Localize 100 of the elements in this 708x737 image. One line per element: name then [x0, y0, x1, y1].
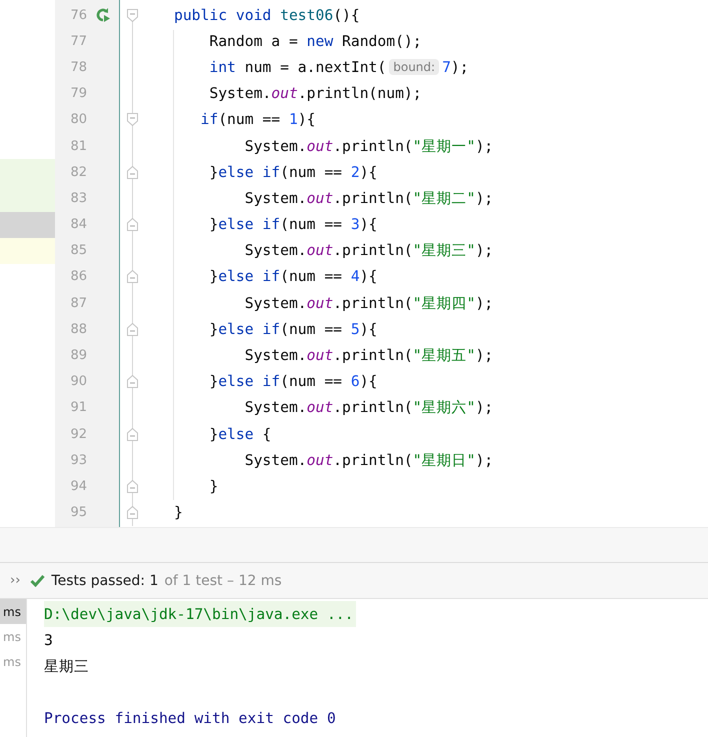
console-line: 3 — [44, 632, 53, 648]
fold-marker-icon[interactable] — [127, 166, 138, 179]
code-text: } — [208, 426, 218, 443]
code-text: .println( — [333, 294, 413, 312]
code-text: (num == — [280, 320, 344, 338]
line-number: 83 — [69, 190, 87, 206]
code-keyword: else if — [218, 320, 280, 338]
test-duration-item[interactable]: ms — [0, 599, 26, 624]
fold-marker-icon[interactable] — [127, 8, 138, 22]
code-text: (num == — [218, 111, 282, 128]
line-number: 94 — [69, 478, 87, 494]
code-text: System. — [244, 190, 307, 207]
fold-marker-icon[interactable] — [127, 428, 138, 441]
code-keyword: else — [218, 426, 254, 443]
code-text: } — [208, 216, 218, 234]
console-line: D:\dev\java\jdk-17\bin\java.exe ... — [44, 606, 354, 622]
code-text: num = a.nextInt( — [244, 58, 386, 76]
code-text: } — [208, 320, 218, 338]
code-number: 5 — [350, 320, 360, 338]
fold-marker-icon[interactable] — [127, 270, 138, 284]
code-text: System. — [244, 138, 307, 155]
code-keyword: public void — [174, 6, 272, 24]
code-text: ){ — [360, 268, 378, 286]
code-text: .println( — [333, 138, 413, 155]
code-text: ){ — [360, 216, 378, 234]
code-text: .println( — [333, 190, 413, 207]
code-keyword: int — [208, 58, 236, 76]
code-text: ); — [475, 347, 494, 364]
code-string: "星期四" — [412, 294, 476, 313]
console-line: 星期三 — [44, 656, 89, 676]
code-text: (num == — [280, 373, 344, 390]
code-text: System. — [244, 347, 307, 364]
code-text: } — [174, 504, 183, 522]
code-string: "星期一" — [412, 136, 476, 156]
code-text: ); — [475, 452, 494, 469]
code-number: 6 — [350, 373, 360, 390]
console-line: Process finished with exit code 0 — [44, 710, 336, 726]
line-number: 78 — [69, 60, 87, 75]
code-text: ); — [450, 58, 469, 76]
code-string: "星期二" — [412, 188, 476, 208]
code-text: .println( — [333, 452, 413, 469]
code-text: System. — [208, 85, 272, 102]
line-number: 92 — [69, 426, 87, 442]
run-icon[interactable] — [95, 7, 111, 24]
code-keyword: new — [306, 32, 334, 50]
expand-icon[interactable]: ›› — [10, 573, 20, 588]
test-duration-item[interactable]: ms — [0, 649, 26, 674]
code-text: ); — [475, 190, 494, 207]
code-text: System. — [244, 242, 307, 260]
code-number: 4 — [350, 268, 360, 286]
fold-marker-icon[interactable] — [127, 506, 138, 520]
code-field: out — [306, 138, 334, 155]
code-text: ){ — [298, 111, 316, 128]
fold-marker-icon[interactable] — [127, 375, 138, 388]
code-number: 7 — [442, 58, 451, 76]
test-duration-item[interactable]: ms — [0, 624, 26, 649]
line-number: 76 — [69, 8, 87, 23]
fold-marker-icon[interactable] — [127, 113, 138, 126]
code-text: } — [208, 268, 218, 286]
code-text: Random a = — [208, 32, 299, 50]
code-text: ){ — [360, 164, 378, 181]
line-number: 93 — [69, 452, 87, 468]
code-text: System. — [244, 452, 307, 469]
code-number: 3 — [350, 216, 360, 234]
line-number: 82 — [69, 164, 87, 180]
code-text: } — [208, 478, 218, 495]
fold-marker-icon[interactable] — [127, 480, 138, 493]
code-string: "星期五" — [412, 346, 476, 366]
code-text: } — [208, 164, 218, 181]
line-number: 79 — [69, 86, 87, 102]
code-text: (num == — [280, 164, 344, 181]
code-text: System. — [244, 294, 307, 312]
code-field: out — [306, 452, 334, 469]
code-field: out — [306, 190, 334, 207]
code-text: { — [261, 426, 272, 443]
code-number: 2 — [350, 164, 360, 181]
code-text: .println( — [333, 242, 413, 260]
code-text: ); — [475, 399, 494, 416]
line-number: 88 — [69, 322, 87, 337]
code-text: } — [208, 373, 218, 390]
fold-marker-icon[interactable] — [127, 322, 138, 336]
code-text: ); — [475, 242, 494, 260]
code-text: ); — [475, 138, 494, 155]
code-text: ){ — [360, 320, 378, 338]
code-field: out — [306, 294, 334, 312]
code-text: System. — [244, 399, 307, 416]
line-number: 80 — [69, 112, 87, 128]
line-number: 89 — [69, 348, 87, 364]
line-number: 86 — [69, 269, 87, 284]
code-text: .println( — [333, 399, 413, 416]
code-keyword: else if — [218, 268, 280, 286]
code-keyword: else if — [218, 164, 280, 181]
line-number: 85 — [69, 243, 87, 258]
line-number: 95 — [69, 505, 87, 520]
line-number: 81 — [69, 138, 87, 154]
line-number: 77 — [69, 34, 87, 49]
line-number: 87 — [69, 296, 87, 311]
code-text: Random(); — [341, 32, 422, 50]
fold-marker-icon[interactable] — [127, 218, 138, 232]
code-text: ); — [475, 294, 494, 312]
